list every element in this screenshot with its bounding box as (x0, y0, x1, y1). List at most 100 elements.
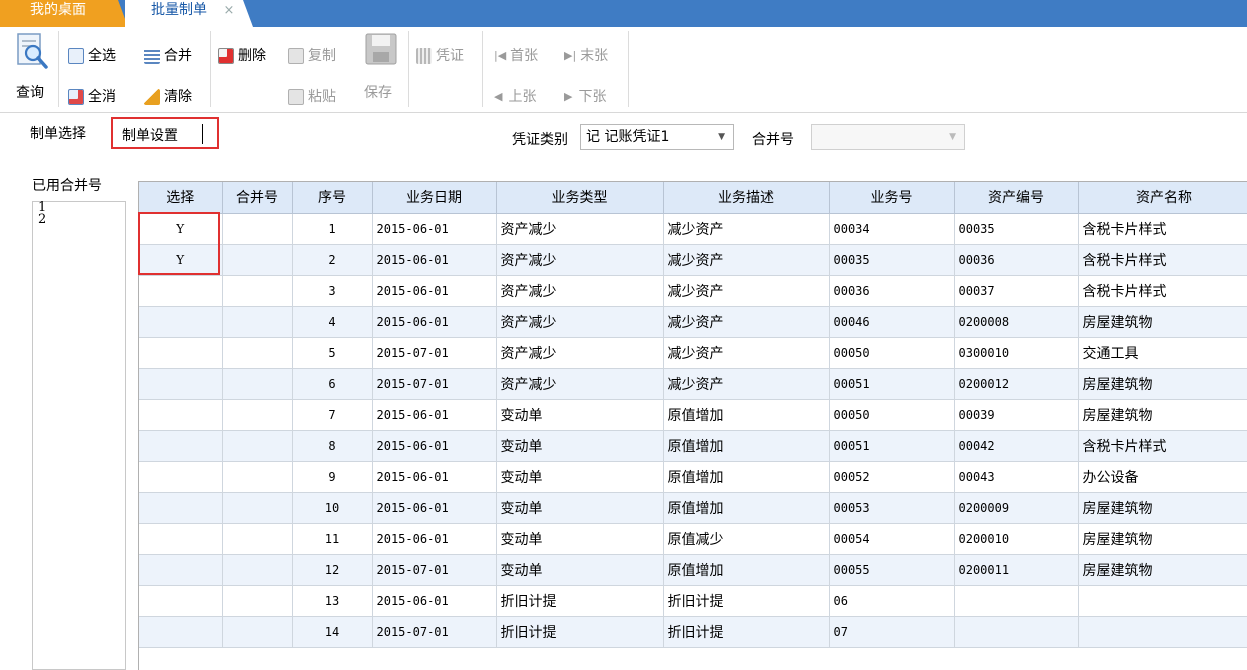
clear-button[interactable]: 清除 (144, 87, 192, 107)
table-row[interactable]: 8 2015-06-01 变动单 原值增加 00051 00042 含税卡片样式 (139, 430, 1247, 462)
next-record-button[interactable]: ▶ 下张 (564, 87, 606, 107)
cell-date: 2015-07-01 (372, 616, 497, 648)
merge-number-label: 合并号 (752, 132, 794, 148)
deselect-all-label: 全消 (88, 89, 116, 105)
cell-business-no: 07 (829, 616, 955, 648)
table-row[interactable]: 11 2015-06-01 变动单 原值减少 00054 0200010 房屋建筑物 (139, 523, 1247, 555)
cell-asset-name: 房屋建筑物 (1078, 306, 1247, 338)
cell-asset-code: 00042 (954, 430, 1079, 462)
paste-button[interactable]: 粘贴 (288, 87, 336, 107)
cell-merge-number (222, 244, 293, 276)
toolbar-separator (482, 31, 483, 107)
prev-record-button[interactable]: ◀ 上张 (494, 87, 536, 107)
cell-business-desc: 减少资产 (663, 368, 830, 400)
cell-select[interactable] (139, 585, 223, 617)
tab-voucher-settings[interactable]: 制单设置 (122, 126, 178, 146)
select-all-button[interactable]: 全选 (68, 46, 116, 66)
table-row[interactable]: 4 2015-06-01 资产减少 减少资产 00046 0200008 房屋建筑物 (139, 306, 1247, 338)
column-header[interactable]: 合并号 (222, 182, 293, 214)
tab-batch-voucher-label: 批量制单 (151, 2, 207, 18)
cell-select[interactable] (139, 461, 223, 493)
delete-button[interactable]: 删除 (218, 46, 266, 66)
used-merge-number-item[interactable]: 2 (33, 213, 125, 226)
tab-my-desktop[interactable]: 我的桌面 (0, 0, 128, 27)
cell-business-desc: 原值增加 (663, 461, 830, 493)
cell-merge-number (222, 213, 293, 245)
cell-asset-code: 00043 (954, 461, 1079, 493)
voucher-type-select[interactable]: 记 记账凭证1 ▼ (580, 124, 734, 150)
copy-icon (288, 48, 304, 64)
table-row[interactable]: 13 2015-06-01 折旧计提 折旧计提 06 (139, 585, 1247, 617)
column-header[interactable]: 资产名称 (1078, 182, 1247, 214)
tab-bar: 我的桌面 批量制单 × (0, 0, 1247, 27)
table-row[interactable]: 6 2015-07-01 资产减少 减少资产 00051 0200012 房屋建筑物 (139, 368, 1247, 400)
cell-asset-name: 房屋建筑物 (1078, 554, 1247, 586)
copy-button[interactable]: 复制 (288, 46, 336, 66)
cell-business-desc: 减少资产 (663, 306, 830, 338)
chevron-down-icon: ▼ (949, 132, 956, 142)
tab-voucher-select[interactable]: 制单选择 (30, 124, 86, 144)
cell-date: 2015-06-01 (372, 306, 497, 338)
merge-number-select[interactable]: ▼ (811, 124, 965, 150)
used-merge-number-list[interactable]: 12 (32, 201, 126, 670)
table-row[interactable]: Y 2 2015-06-01 资产减少 减少资产 00035 00036 含税卡片样式 (139, 244, 1247, 276)
cell-seq: 11 (292, 523, 373, 555)
cell-select[interactable] (139, 523, 223, 555)
cell-business-type: 变动单 (496, 430, 664, 462)
cell-merge-number (222, 399, 293, 431)
used-merge-number-item[interactable]: 1 (33, 201, 125, 214)
table-row[interactable]: 9 2015-06-01 变动单 原值增加 00052 00043 办公设备 (139, 461, 1247, 493)
last-label: 末张 (580, 48, 609, 64)
query-label: 查询 (16, 85, 44, 101)
cell-select[interactable] (139, 430, 223, 462)
column-header[interactable]: 业务类型 (496, 182, 664, 214)
column-header[interactable]: 选择 (139, 182, 223, 214)
column-header[interactable]: 序号 (292, 182, 373, 214)
table-row[interactable]: 12 2015-07-01 变动单 原值增加 00055 0200011 房屋建筑物 (139, 554, 1247, 586)
table-row[interactable]: 10 2015-06-01 变动单 原值增加 00053 0200009 房屋建筑物 (139, 492, 1247, 524)
column-header[interactable]: 业务号 (829, 182, 955, 214)
toolbar-separator (58, 31, 59, 107)
last-record-button[interactable]: ▶| 末张 (564, 46, 608, 66)
first-label: 首张 (510, 48, 539, 64)
cell-select[interactable] (139, 275, 223, 307)
column-header[interactable]: 资产编号 (954, 182, 1079, 214)
cell-select[interactable] (139, 554, 223, 586)
cell-business-desc: 折旧计提 (663, 616, 830, 648)
cell-asset-name (1078, 585, 1247, 617)
column-header[interactable]: 业务描述 (663, 182, 830, 214)
table-row[interactable]: Y 1 2015-06-01 资产减少 减少资产 00034 00035 含税卡片样式 (139, 213, 1247, 245)
first-record-button[interactable]: |◀ 首张 (494, 46, 538, 66)
table-row[interactable]: 5 2015-07-01 资产减少 减少资产 00050 0300010 交通工具 (139, 337, 1247, 369)
prev-icon: ◀ (494, 90, 503, 103)
column-header[interactable]: 业务日期 (372, 182, 497, 214)
cell-business-no: 00050 (829, 399, 955, 431)
close-icon[interactable]: × (223, 3, 234, 18)
cell-select[interactable] (139, 337, 223, 369)
voucher-button[interactable]: 凭证 (416, 46, 464, 66)
paste-icon (288, 89, 304, 105)
cell-select[interactable] (139, 616, 223, 648)
merge-icon (144, 48, 160, 64)
cell-asset-name: 含税卡片样式 (1078, 275, 1247, 307)
cell-business-desc: 原值减少 (663, 523, 830, 555)
tab-batch-voucher[interactable]: 批量制单 × (125, 0, 253, 27)
table-row[interactable]: 3 2015-06-01 资产减少 减少资产 00036 00037 含税卡片样式 (139, 275, 1247, 307)
cell-seq: 13 (292, 585, 373, 617)
cell-merge-number (222, 306, 293, 338)
toolbar-separator (628, 31, 629, 107)
table-row[interactable]: 7 2015-06-01 变动单 原值增加 00050 00039 房屋建筑物 (139, 399, 1247, 431)
cell-date: 2015-06-01 (372, 523, 497, 555)
cell-business-desc: 减少资产 (663, 275, 830, 307)
save-button[interactable]: 保存 (362, 31, 402, 105)
merge-button[interactable]: 合并 (144, 46, 192, 66)
deselect-all-button[interactable]: 全消 (68, 87, 116, 107)
cell-select[interactable] (139, 399, 223, 431)
cell-asset-code: 0200009 (954, 492, 1079, 524)
cell-select[interactable] (139, 492, 223, 524)
toolbar-separator (408, 31, 409, 107)
table-row[interactable]: 14 2015-07-01 折旧计提 折旧计提 07 (139, 616, 1247, 648)
cell-select[interactable] (139, 368, 223, 400)
cell-select[interactable] (139, 306, 223, 338)
query-button[interactable]: 查询 (12, 31, 52, 105)
